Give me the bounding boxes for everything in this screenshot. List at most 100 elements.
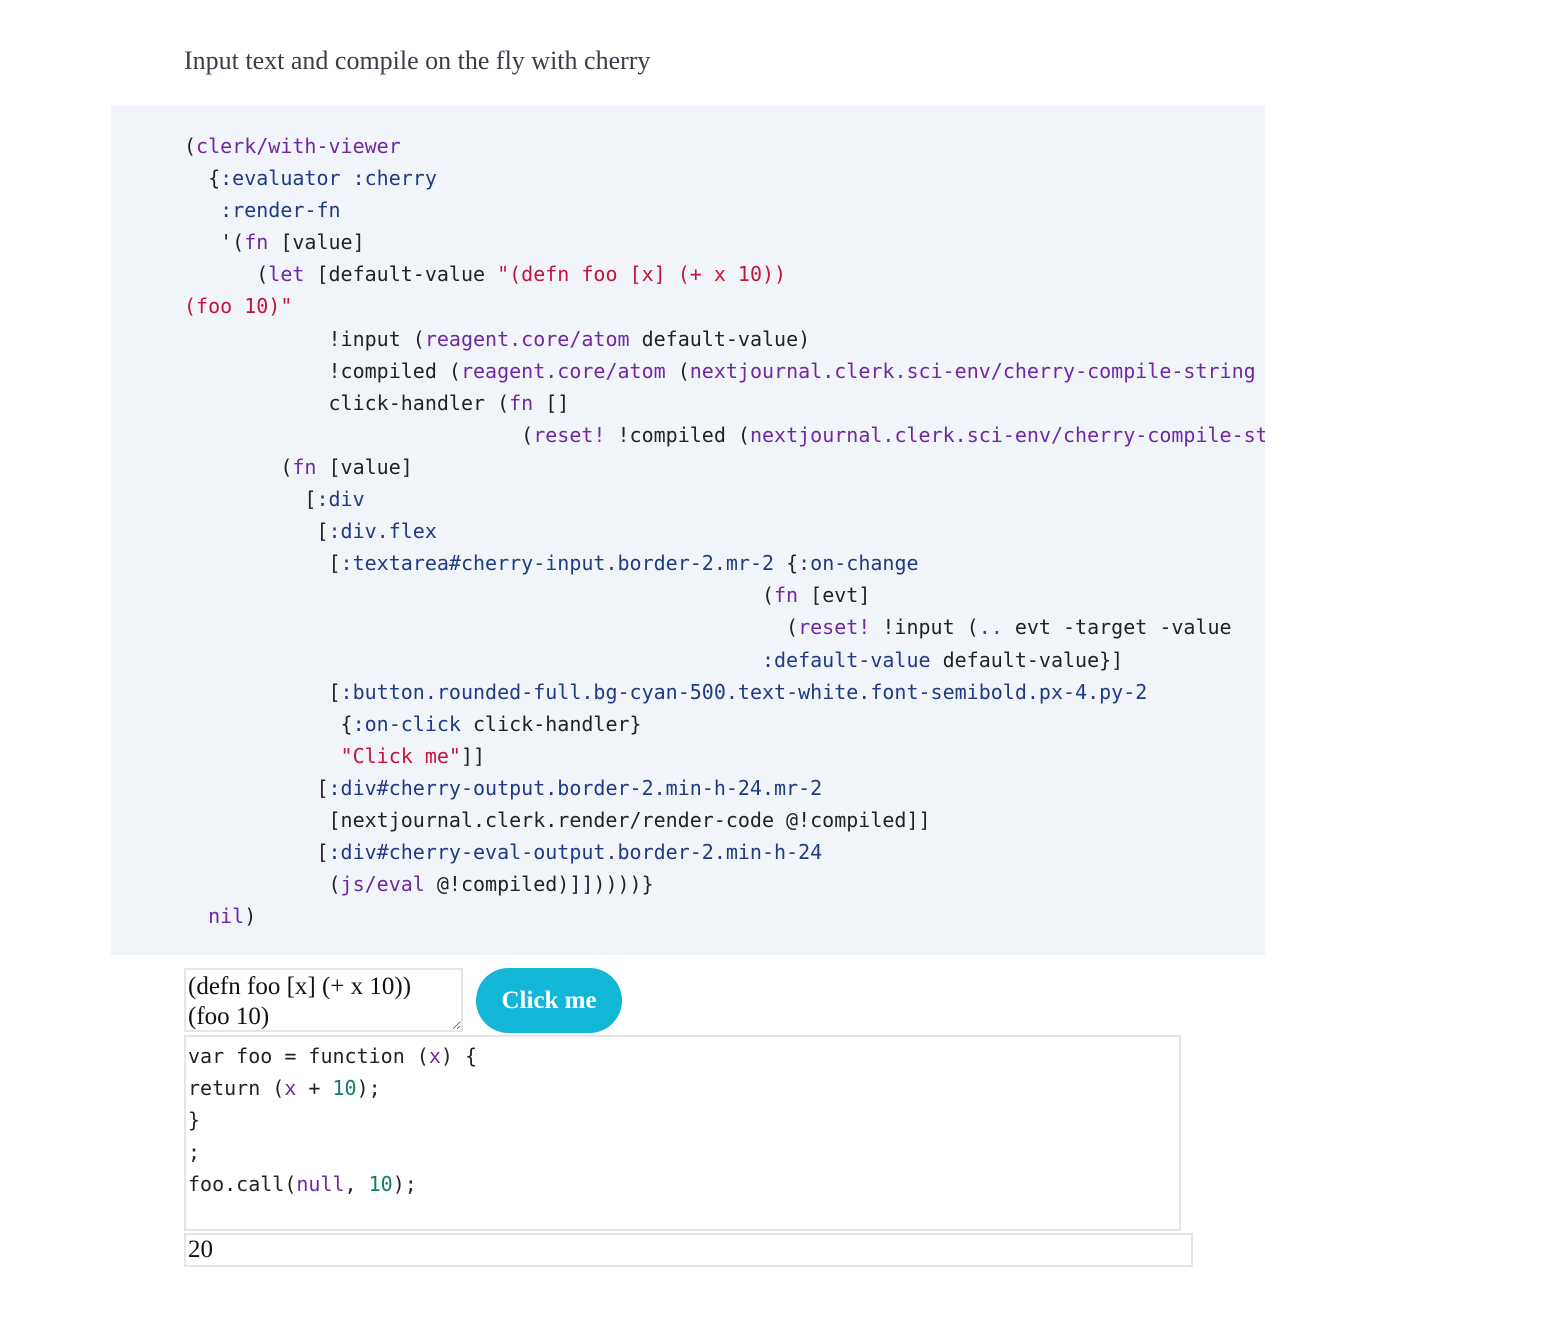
code-token: "(defn foo [x] (+ x 10))	[497, 262, 787, 287]
source-code-line: [nextjournal.clerk.render/render-code @!…	[184, 804, 1265, 836]
source-code-line: (js/eval @!compiled)]]))))}	[184, 868, 1265, 900]
code-token: [value]	[316, 454, 413, 479]
code-token: );	[356, 1076, 381, 1101]
code-token: click-handler}	[460, 711, 642, 736]
code-token: (	[665, 358, 690, 383]
source-code-line: (fn [value]	[184, 451, 1265, 483]
code-token: (foo 10)"	[184, 294, 293, 319]
code-token: {	[774, 551, 799, 576]
code-token: !compiled (	[184, 358, 461, 383]
source-code-line: (let [default-value "(defn foo [x] (+ x …	[184, 258, 1265, 290]
source-code-line: [:button.rounded-full.bg-cyan-500.text-w…	[184, 676, 1265, 708]
code-token: [default-value	[304, 262, 498, 287]
code-token: '(	[184, 230, 245, 255]
code-token: {	[184, 711, 353, 736]
code-token: }	[188, 1108, 201, 1133]
code-token: foo.call(	[188, 1172, 297, 1197]
code-token: :div	[316, 487, 365, 512]
code-token: var foo = function (	[188, 1044, 429, 1068]
code-token: ,	[344, 1172, 369, 1197]
code-token: :on-change	[798, 551, 919, 576]
code-token: reagent.core/atom	[424, 326, 630, 351]
source-code-line: (reset! !compiled (nextjournal.clerk.sci…	[184, 419, 1265, 451]
code-token: [	[184, 519, 329, 544]
code-token: default-value)	[629, 326, 811, 351]
code-token: );	[392, 1172, 417, 1197]
source-code-line: '(fn [value]	[184, 226, 1265, 258]
code-token: nextjournal.clerk.sci-env/cherry-compile…	[749, 422, 1265, 447]
source-code-block: (clerk/with-viewer {:evaluator :cherry :…	[111, 106, 1265, 955]
source-code-line: (foo 10)"	[184, 290, 1265, 322]
source-code-line: [:div.flex	[184, 515, 1265, 547]
source-code-line: :render-fn	[184, 194, 1265, 226]
code-token: "Click me"	[340, 743, 461, 768]
source-code-line: [:textarea#cherry-input.border-2.mr-2 {:…	[184, 547, 1265, 579]
code-token: (	[184, 454, 293, 479]
code-token: (	[184, 583, 775, 608]
intro-text: Input text and compile on the fly with c…	[184, 46, 651, 75]
source-code-line: !input (reagent.core/atom default-value)	[184, 323, 1265, 355]
code-token: evt -target -value	[1002, 615, 1232, 640]
code-token: [	[184, 775, 329, 800]
code-token: :textarea#cherry-input.border-2.mr-2	[340, 551, 775, 576]
code-token: !input (	[870, 615, 979, 640]
code-token: ..	[978, 615, 1003, 640]
code-token: :on-click	[352, 711, 461, 736]
code-token: default-value}]	[930, 647, 1124, 672]
code-token: fn	[509, 390, 534, 415]
code-token: )	[244, 904, 257, 929]
compiled-code-line: foo.call(null, 10);	[188, 1168, 477, 1200]
code-token: (	[184, 872, 341, 897]
code-token: :cherry	[352, 166, 437, 191]
code-token: nextjournal.clerk.sci-env/cherry-compile…	[689, 358, 1256, 383]
source-code-line: (clerk/with-viewer	[184, 130, 1265, 162]
source-code-line: [:div#cherry-output.border-2.min-h-24.mr…	[184, 772, 1265, 804]
code-token: return (	[188, 1076, 285, 1101]
code-token: ;	[188, 1140, 201, 1165]
code-token: [evt]	[798, 583, 871, 608]
source-code: (clerk/with-viewer {:evaluator :cherry :…	[184, 130, 1265, 932]
source-code-line: [:div	[184, 483, 1265, 515]
code-token: reagent.core/atom	[460, 358, 666, 383]
code-token: []	[533, 390, 570, 415]
code-token: {	[184, 166, 221, 191]
code-token: js/eval	[340, 872, 425, 897]
code-token: [nextjournal.clerk.render/render-code @!…	[184, 807, 931, 832]
code-token: reset!	[798, 615, 871, 640]
source-code-line: "Click me"]]	[184, 740, 1265, 772]
code-token: :div#cherry-output.border-2.min-h-24.mr-…	[328, 775, 823, 800]
code-token: (	[184, 134, 197, 158]
code-token: x	[284, 1076, 297, 1101]
source-code-line: (fn [evt]	[184, 579, 1265, 611]
compiled-code-line: ;	[188, 1136, 477, 1168]
code-token: [	[184, 840, 329, 865]
cherry-input[interactable]	[184, 968, 463, 1032]
code-token: let	[268, 262, 305, 287]
click-me-button[interactable]: Click me	[476, 968, 622, 1033]
code-token: (	[184, 262, 269, 287]
code-token: 10	[332, 1076, 357, 1101]
code-token: :button.rounded-full.bg-cyan-500.text-wh…	[340, 679, 1148, 704]
code-token: [value]	[268, 230, 365, 255]
source-code-line: !compiled (reagent.core/atom (nextjourna…	[184, 355, 1265, 387]
code-token: null	[296, 1172, 345, 1197]
code-token: fn	[244, 230, 269, 255]
code-token: reset!	[533, 422, 606, 447]
cherry-eval-output: 20	[184, 1233, 1193, 1267]
code-token: clerk/with-viewer	[196, 134, 401, 158]
code-token: [	[184, 487, 317, 512]
code-token: [	[184, 679, 341, 704]
source-code-line: {:evaluator :cherry	[184, 162, 1265, 194]
code-token: (	[184, 615, 799, 640]
code-token: fn	[292, 454, 317, 479]
code-token: !input (	[184, 326, 425, 351]
code-token: :render-fn	[220, 198, 341, 223]
code-token: ) {	[440, 1044, 477, 1068]
code-token: @!compiled)]]))))}	[424, 872, 654, 897]
code-token: :evaluator	[220, 166, 341, 191]
code-token: x	[428, 1044, 441, 1068]
source-code-line: :default-value default-value}]	[184, 644, 1265, 676]
